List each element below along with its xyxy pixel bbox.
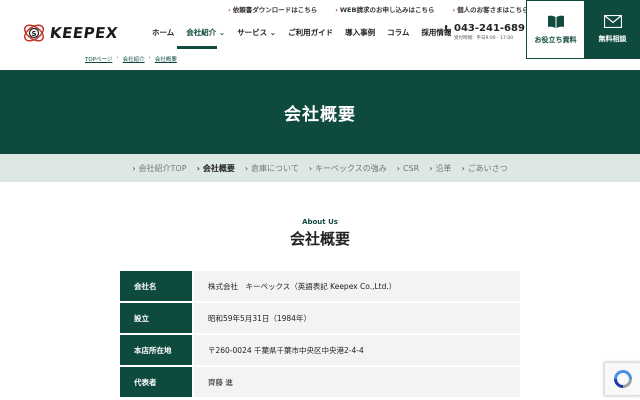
nav-column[interactable]: コラム — [381, 26, 415, 40]
row-label: 設立 — [120, 303, 192, 333]
nav-company[interactable]: 会社紹介 ⌄ — [180, 26, 231, 40]
resources-label: お役立ち資料 — [534, 35, 577, 44]
chevron-right-icon: › — [396, 163, 400, 173]
table-row: 設立 昭和59年5月31日（1984年） — [120, 303, 520, 333]
phone-number[interactable]: 043-241-6891 — [454, 23, 532, 34]
section-subtitle-en: About Us — [302, 218, 338, 226]
nav-cases[interactable]: 導入事例 — [339, 26, 381, 40]
chevron-right-icon: › — [429, 163, 433, 173]
nav-home[interactable]: ホーム — [146, 26, 180, 40]
toplink-web-billing[interactable]: › WEB請求のお申し込みはこちら — [335, 4, 434, 14]
row-value: 齊藤 進 — [194, 367, 520, 397]
nav-guide[interactable]: ご利用ガイド — [282, 26, 339, 40]
arrow-icon: › — [335, 6, 338, 14]
arrow-icon: › — [228, 6, 231, 14]
subnav-csr[interactable]: › CSR — [392, 164, 424, 173]
resources-button[interactable]: お役立ち資料 — [526, 0, 585, 59]
toplink-personal[interactable]: › 個人のお客さまはこちら — [452, 4, 528, 14]
section-title: 会社概要 — [289, 230, 350, 248]
book-icon — [547, 15, 564, 28]
row-value: 〒260-0024 千葉県千葉市中央区中央港2-4-4 — [194, 335, 520, 365]
row-label: 本店所在地 — [120, 335, 192, 365]
breadcrumb-company[interactable]: 会社紹介 — [123, 55, 145, 63]
table-row: 本店所在地 〒260-0024 千葉県千葉市中央区中央港2-4-4 — [120, 335, 520, 365]
mail-icon — [603, 15, 622, 28]
page-hero: 会社概要 — [0, 70, 640, 154]
company-subnav: › 会社紹介TOP › 会社概要 › 倉庫について › キーペックスの強み › CSR ›… — [0, 154, 640, 182]
subnav-overview[interactable]: › 会社概要 — [192, 163, 240, 174]
free-consult-button[interactable]: 無料相談 — [585, 0, 640, 59]
subnav-strengths[interactable]: › キーペックスの強み — [304, 163, 392, 174]
row-value: 株式会社 キーペックス（英語表記 Keepex Co.,Ltd.） — [194, 271, 520, 301]
brand-logo[interactable]: S KEEPEX — [22, 22, 120, 44]
nav-services[interactable]: サービス ⌄ — [231, 26, 282, 40]
row-label: 代表者 — [120, 367, 192, 397]
toplink-download[interactable]: › 依頼書ダウンロードはこちら — [228, 4, 317, 14]
subnav-history[interactable]: › 沿革 — [424, 163, 456, 174]
main-nav: ホーム 会社紹介 ⌄ サービス ⌄ ご利用ガイド 導入事例 コラム 採用情報 — [146, 26, 457, 40]
svg-text:S: S — [31, 30, 36, 38]
site-header: S KEEPEX › 依頼書ダウンロードはこちら › WEB請求のお申し込みはこちら… — [0, 0, 640, 70]
chevron-right-icon: › — [461, 163, 465, 173]
table-row: 代表者 齊藤 進 — [120, 367, 520, 397]
arrow-icon: › — [452, 6, 456, 14]
keepex-logo-icon: S — [23, 24, 45, 42]
row-label: 会社名 — [120, 271, 192, 301]
row-value: 昭和59年5月31日（1984年） — [194, 303, 520, 333]
subnav-greeting[interactable]: › ごあいさつ — [456, 163, 512, 174]
breadcrumb: TOPページ › 会社紹介 › 会社概要 — [85, 55, 177, 63]
table-row: 会社名 株式会社 キーペックス（英語表記 Keepex Co.,Ltd.） — [120, 271, 520, 301]
chevron-right-icon: › — [244, 163, 249, 173]
top-utility-links: › 依頼書ダウンロードはこちら › WEB請求のお申し込みはこちら › 個人のお客さま… — [228, 4, 529, 14]
phone-icon — [444, 24, 451, 32]
subnav-company-top[interactable]: › 会社紹介TOP — [127, 163, 191, 174]
chevron-right-icon: › — [116, 55, 119, 61]
free-consult-label: 無料相談 — [598, 35, 627, 43]
recaptcha-badge[interactable] — [604, 362, 640, 396]
phone-hours: 受付時間：平日9:00 - 17:00 — [454, 36, 514, 41]
phone-contact: 043-241-6891 受付時間：平日9:00 - 17:00 — [444, 23, 532, 41]
chevron-right-icon: › — [148, 55, 151, 61]
subnav-warehouse[interactable]: › 倉庫について — [240, 163, 304, 174]
recaptcha-icon — [613, 370, 632, 388]
chevron-right-icon: › — [132, 163, 136, 173]
chevron-right-icon: › — [308, 163, 313, 173]
page-title: 会社概要 — [284, 104, 356, 125]
brand-name: KEEPEX — [48, 24, 120, 42]
breadcrumb-top[interactable]: TOPページ — [85, 55, 112, 63]
company-info-table: 会社名 株式会社 キーペックス（英語表記 Keepex Co.,Ltd.） 設立… — [120, 271, 520, 399]
breadcrumb-current[interactable]: 会社概要 — [155, 55, 177, 63]
nav-active-indicator — [177, 46, 217, 49]
chevron-right-icon: › — [196, 163, 200, 173]
